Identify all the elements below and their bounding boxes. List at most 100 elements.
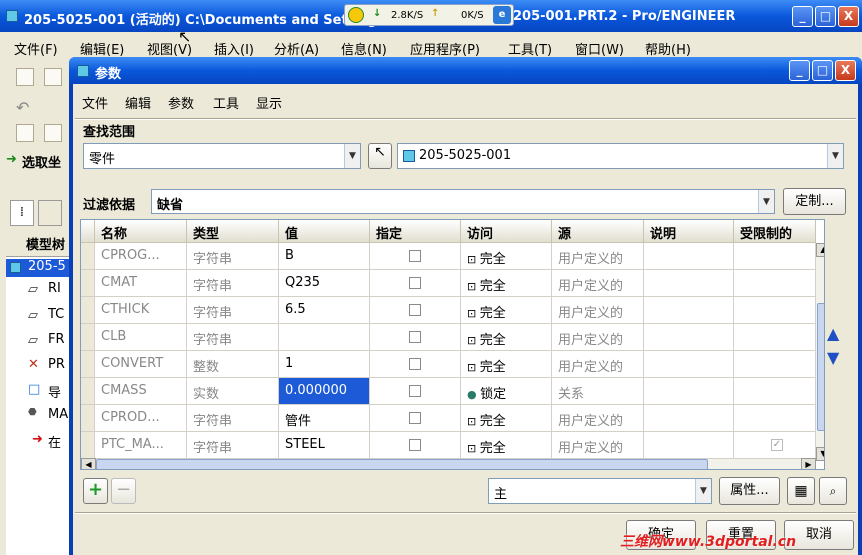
column-header-name[interactable]: 名称: [95, 220, 187, 243]
cell-value[interactable]: Q235: [279, 270, 370, 297]
cell-type[interactable]: 字符串: [187, 324, 279, 351]
row-header[interactable]: [81, 351, 95, 378]
column-header-restricted[interactable]: 受限制的: [734, 220, 816, 243]
remove-parameter-button[interactable]: −: [111, 478, 136, 504]
cell-restricted[interactable]: ✓: [734, 432, 816, 459]
column-header-description[interactable]: 说明: [644, 220, 734, 243]
cell-restricted[interactable]: [734, 351, 816, 378]
cell-access[interactable]: ⊡ 完全: [461, 297, 552, 324]
row-header[interactable]: [81, 270, 95, 297]
cell-value[interactable]: 0.000000: [279, 378, 370, 405]
table-row[interactable]: PTC_MA... 字符串 STEEL ⊡ 完全 用户定义的 ✓: [81, 432, 816, 459]
column-header-value[interactable]: 值: [279, 220, 370, 243]
main-close-button[interactable]: X: [838, 6, 859, 27]
cell-designate[interactable]: [370, 351, 461, 378]
tree-item-insert-here[interactable]: 在: [48, 432, 61, 451]
menu-info[interactable]: 信息(N): [341, 39, 387, 58]
add-parameter-button[interactable]: +: [83, 478, 108, 504]
table-row[interactable]: CMAT 字符串 Q235 ⊡ 完全 用户定义的: [81, 270, 816, 297]
menu-insert[interactable]: 插入(I): [214, 39, 254, 58]
scroll-up-icon[interactable]: ▲: [816, 243, 824, 257]
layer-icon[interactable]: [44, 124, 62, 142]
menu-applications[interactable]: 应用程序(P): [410, 39, 480, 58]
dialog-close-button[interactable]: X: [835, 60, 856, 81]
cell-source[interactable]: 用户定义的: [552, 243, 644, 270]
main-dropdown[interactable]: 主 ▼: [488, 478, 712, 504]
column-header-designate[interactable]: 指定: [370, 220, 461, 243]
vertical-scroll-thumb[interactable]: [817, 303, 824, 431]
table-row[interactable]: CONVERT 整数 1 ⊡ 完全 用户定义的: [81, 351, 816, 378]
designate-checkbox[interactable]: [409, 304, 421, 316]
cell-designate[interactable]: [370, 405, 461, 432]
cell-description[interactable]: [644, 378, 734, 405]
cell-description[interactable]: [644, 324, 734, 351]
table-row[interactable]: CPROD... 字符串 管件 ⊡ 完全 用户定义的: [81, 405, 816, 432]
tree-item-material[interactable]: MA: [48, 407, 68, 422]
cell-type[interactable]: 字符串: [187, 432, 279, 459]
properties-button[interactable]: 属性...: [719, 477, 780, 505]
row-header[interactable]: [81, 378, 95, 405]
horizontal-scroll-thumb[interactable]: [96, 459, 708, 469]
filter-dropdown[interactable]: 缺省 ▼: [151, 189, 775, 214]
new-file-icon[interactable]: [44, 68, 62, 86]
cell-source[interactable]: 用户定义的: [552, 270, 644, 297]
cell-name[interactable]: CONVERT: [95, 351, 187, 378]
column-header-type[interactable]: 类型: [187, 220, 279, 243]
cell-type[interactable]: 实数: [187, 378, 279, 405]
tree-item-prt-csys[interactable]: PR: [48, 357, 65, 372]
cell-description[interactable]: [644, 243, 734, 270]
cell-access[interactable]: ⊡ 完全: [461, 270, 552, 297]
cell-value[interactable]: 管件: [279, 405, 370, 432]
chevron-down-icon[interactable]: ▼: [344, 144, 360, 168]
chevron-down-icon[interactable]: ▼: [827, 144, 843, 168]
scroll-left-icon[interactable]: ◀: [81, 458, 96, 469]
cell-designate[interactable]: [370, 270, 461, 297]
cell-name[interactable]: PTC_MA...: [95, 432, 187, 459]
move-up-arrow-icon[interactable]: ▲: [827, 324, 839, 343]
select-cursor-button[interactable]: ↖: [368, 143, 392, 169]
cell-access[interactable]: ⊡ 完全: [461, 405, 552, 432]
selection-icon[interactable]: [16, 124, 34, 142]
main-maximize-button[interactable]: □: [815, 6, 836, 27]
cell-name[interactable]: CMAT: [95, 270, 187, 297]
cell-value[interactable]: [279, 324, 370, 351]
dialog-menu-display[interactable]: 显示: [256, 93, 282, 112]
cell-restricted[interactable]: [734, 270, 816, 297]
table-row[interactable]: CTHICK 字符串 6.5 ⊡ 完全 用户定义的: [81, 297, 816, 324]
menu-file[interactable]: 文件(F): [14, 39, 58, 58]
cell-description[interactable]: [644, 405, 734, 432]
chevron-down-icon[interactable]: ▼: [758, 190, 774, 213]
cell-source[interactable]: 关系: [552, 378, 644, 405]
cell-description[interactable]: [644, 351, 734, 378]
toolbar-icon[interactable]: [16, 68, 34, 86]
menu-window[interactable]: 窗口(W): [575, 39, 624, 58]
cell-access[interactable]: ⊡ 完全: [461, 432, 552, 459]
cell-type[interactable]: 字符串: [187, 270, 279, 297]
cell-designate[interactable]: [370, 378, 461, 405]
cell-restricted[interactable]: [734, 324, 816, 351]
cell-type[interactable]: 字符串: [187, 297, 279, 324]
menu-analysis[interactable]: 分析(A): [274, 39, 319, 58]
cell-designate[interactable]: [370, 324, 461, 351]
cell-restricted[interactable]: [734, 297, 816, 324]
customize-button[interactable]: 定制...: [783, 188, 846, 215]
row-header[interactable]: [81, 243, 95, 270]
tree-item-right[interactable]: RI: [48, 281, 61, 296]
cell-restricted[interactable]: [734, 405, 816, 432]
tab-folder[interactable]: [38, 200, 62, 226]
designate-checkbox[interactable]: [409, 358, 421, 370]
scroll-right-icon[interactable]: ▶: [801, 458, 816, 469]
find-button[interactable]: ⌕: [819, 477, 847, 505]
main-minimize-button[interactable]: _: [792, 6, 813, 27]
cell-description[interactable]: [644, 297, 734, 324]
cell-designate[interactable]: [370, 243, 461, 270]
designate-checkbox[interactable]: [409, 331, 421, 343]
dialog-menu-file[interactable]: 文件: [82, 93, 108, 112]
table-view-button[interactable]: ▦: [787, 477, 815, 505]
row-header[interactable]: [81, 324, 95, 351]
cell-value[interactable]: B: [279, 243, 370, 270]
object-dropdown[interactable]: 205-5025-001 ▼: [397, 143, 844, 169]
menu-tools[interactable]: 工具(T): [508, 39, 552, 58]
designate-checkbox[interactable]: [409, 277, 421, 289]
row-header[interactable]: [81, 432, 95, 459]
